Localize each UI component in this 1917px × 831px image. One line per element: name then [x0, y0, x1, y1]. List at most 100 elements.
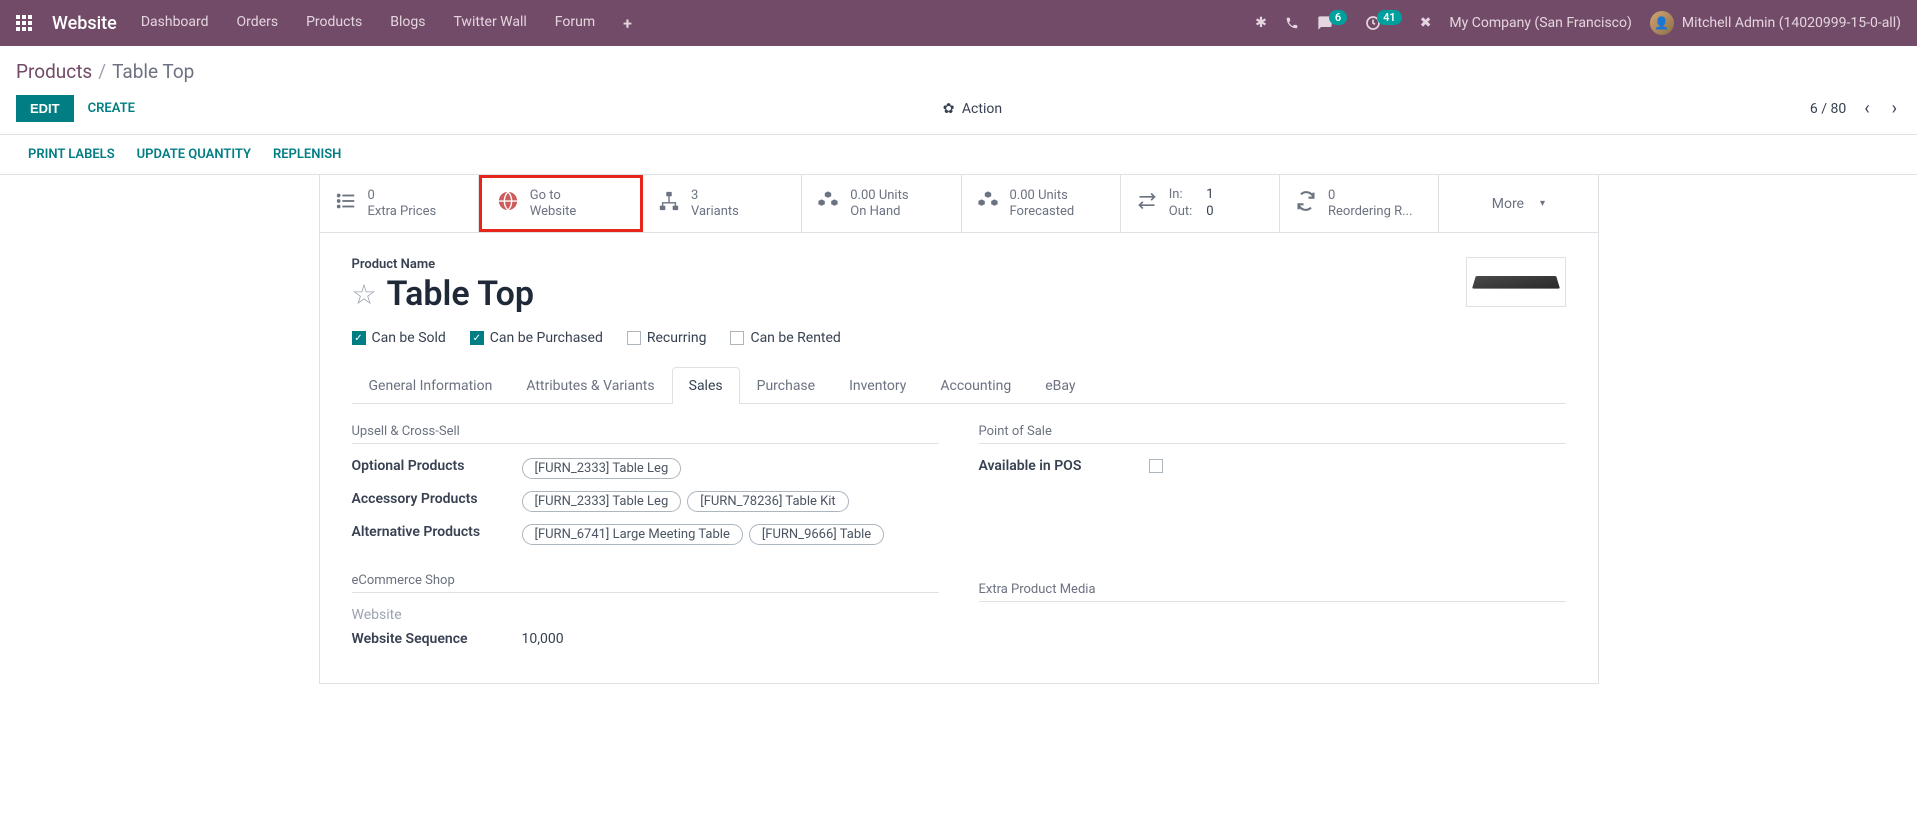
top-navbar: Website Dashboard Orders Products Blogs … [0, 0, 1917, 46]
tab-purchase[interactable]: Purchase [740, 367, 832, 404]
control-panel: EDIT CREATE ✿ Action 6 / 80 ‹ › [0, 91, 1917, 135]
exchange-icon [1135, 191, 1159, 216]
check-recurring[interactable]: Recurring [627, 330, 707, 346]
checkbox-icon [730, 331, 744, 345]
nav-twitter-wall[interactable]: Twitter Wall [453, 14, 526, 33]
breadcrumb-products[interactable]: Products [16, 60, 92, 83]
tab-attributes-variants[interactable]: Attributes & Variants [509, 367, 671, 404]
tab-inventory[interactable]: Inventory [832, 367, 923, 404]
checkbox-icon [627, 331, 641, 345]
field-optional-products[interactable]: [FURN_2333] Table Leg [522, 458, 939, 479]
cubes-icon [976, 189, 1000, 218]
check-can-be-rented[interactable]: Can be Rented [730, 330, 840, 346]
stat-goto-line1: Go to [530, 188, 577, 204]
tag-accessory-0[interactable]: [FURN_2333] Table Leg [522, 491, 682, 512]
pager-next-icon[interactable]: › [1888, 98, 1901, 119]
cubes-icon [816, 189, 840, 218]
stat-out-value: 0 [1206, 204, 1213, 221]
activities-icon[interactable]: 41 [1365, 15, 1402, 31]
nav-dashboard[interactable]: Dashboard [141, 14, 209, 33]
label-alternative-products: Alternative Products [352, 524, 522, 545]
activities-badge: 41 [1377, 10, 1402, 25]
phone-icon[interactable] [1285, 16, 1299, 30]
apps-icon[interactable] [16, 15, 36, 31]
stat-variants-value: 3 [691, 188, 739, 204]
stat-forecasted-value: 0.00 Units [1010, 188, 1075, 204]
stat-variants[interactable]: 3 Variants [643, 175, 802, 232]
stat-go-to-website[interactable]: Go to Website [479, 175, 643, 232]
globe-icon [496, 190, 520, 217]
nav-products[interactable]: Products [306, 14, 362, 33]
stat-forecasted[interactable]: 0.00 Units Forecasted [962, 175, 1121, 232]
stat-reordering[interactable]: 0 Reordering R... [1280, 175, 1439, 232]
section-ecommerce: eCommerce Shop [352, 573, 939, 593]
tag-alternative-1[interactable]: [FURN_9666] Table [749, 524, 884, 545]
edit-button[interactable]: EDIT [16, 95, 74, 122]
avatar: 👤 [1650, 11, 1674, 35]
pager-text: 6 / 80 [1810, 101, 1846, 117]
breadcrumb: Products / Table Top [0, 46, 1917, 91]
favorite-star-icon[interactable]: ☆ [352, 278, 377, 311]
stat-more[interactable]: More ▾ [1439, 175, 1597, 232]
checkbox-icon[interactable] [1149, 459, 1163, 473]
company-selector[interactable]: My Company (San Francisco) [1449, 15, 1631, 31]
stat-in-out[interactable]: In: Out: 1 0 [1121, 175, 1280, 232]
update-quantity-button[interactable]: UPDATE QUANTITY [137, 147, 251, 162]
tab-general-information[interactable]: General Information [352, 367, 510, 404]
statusbar-buttons: PRINT LABELS UPDATE QUANTITY REPLENISH [0, 135, 1917, 175]
product-name-label: Product Name [352, 257, 534, 272]
tabs: General Information Attributes & Variant… [352, 366, 1566, 404]
check-can-be-sold[interactable]: ✓ Can be Sold [352, 330, 446, 346]
nav-blogs[interactable]: Blogs [390, 14, 425, 33]
tab-accounting[interactable]: Accounting [923, 367, 1028, 404]
product-image[interactable] [1466, 257, 1566, 307]
bug-icon[interactable]: ✱ [1255, 15, 1267, 31]
action-dropdown[interactable]: ✿ Action [135, 101, 1810, 117]
caret-down-icon: ▾ [1540, 198, 1545, 209]
nav-add-icon[interactable]: + [623, 14, 632, 33]
more-label: More [1492, 196, 1524, 212]
nav-orders[interactable]: Orders [237, 14, 279, 33]
checkbox-icon: ✓ [352, 331, 366, 345]
label-available-pos: Available in POS [979, 458, 1149, 474]
right-column: Point of Sale Available in POS Extra Pro… [979, 424, 1566, 659]
section-upsell: Upsell & Cross-Sell [352, 424, 939, 444]
stat-onhand-label: On Hand [850, 204, 908, 220]
product-title: Table Top [387, 274, 534, 314]
stat-goto-line2: Website [530, 204, 577, 220]
field-available-pos[interactable] [1149, 458, 1566, 474]
nav-forum[interactable]: Forum [555, 14, 595, 33]
tab-ebay[interactable]: eBay [1028, 367, 1092, 404]
label-accessory-products: Accessory Products [352, 491, 522, 512]
gear-icon: ✿ [943, 101, 955, 117]
nav-items: Dashboard Orders Products Blogs Twitter … [141, 14, 1255, 33]
user-menu[interactable]: 👤 Mitchell Admin (14020999-15-0-all) [1650, 11, 1901, 35]
section-pos: Point of Sale [979, 424, 1566, 444]
tab-sales[interactable]: Sales [672, 367, 740, 404]
field-accessory-products[interactable]: [FURN_2333] Table Leg [FURN_78236] Table… [522, 491, 939, 512]
messages-icon[interactable]: 6 [1317, 15, 1347, 31]
replenish-button[interactable]: REPLENISH [273, 147, 341, 162]
pager-prev-icon[interactable]: ‹ [1860, 98, 1873, 119]
tag-alternative-0[interactable]: [FURN_6741] Large Meeting Table [522, 524, 743, 545]
create-button[interactable]: CREATE [88, 101, 135, 116]
stat-forecasted-label: Forecasted [1010, 204, 1075, 220]
stat-reordering-value: 0 [1328, 188, 1412, 204]
left-column: Upsell & Cross-Sell Optional Products [F… [352, 424, 939, 659]
print-labels-button[interactable]: PRINT LABELS [28, 147, 115, 162]
stat-in-value: 1 [1206, 187, 1213, 204]
tools-icon[interactable]: ✖ [1420, 15, 1432, 31]
tag-optional-0[interactable]: [FURN_2333] Table Leg [522, 458, 682, 479]
section-extra-media: Extra Product Media [979, 582, 1566, 602]
field-alternative-products[interactable]: [FURN_6741] Large Meeting Table [FURN_96… [522, 524, 939, 545]
product-options-row: ✓ Can be Sold ✓ Can be Purchased Recurri… [352, 330, 1566, 346]
checkbox-icon: ✓ [470, 331, 484, 345]
field-website-sequence: 10,000 [522, 631, 939, 647]
check-can-be-purchased[interactable]: ✓ Can be Purchased [470, 330, 603, 346]
stat-on-hand[interactable]: 0.00 Units On Hand [802, 175, 961, 232]
stat-extra-prices-value: 0 [368, 188, 437, 204]
stat-extra-prices[interactable]: 0 Extra Prices [320, 175, 479, 232]
tag-accessory-1[interactable]: [FURN_78236] Table Kit [687, 491, 848, 512]
brand[interactable]: Website [52, 13, 117, 34]
label-optional-products: Optional Products [352, 458, 522, 479]
